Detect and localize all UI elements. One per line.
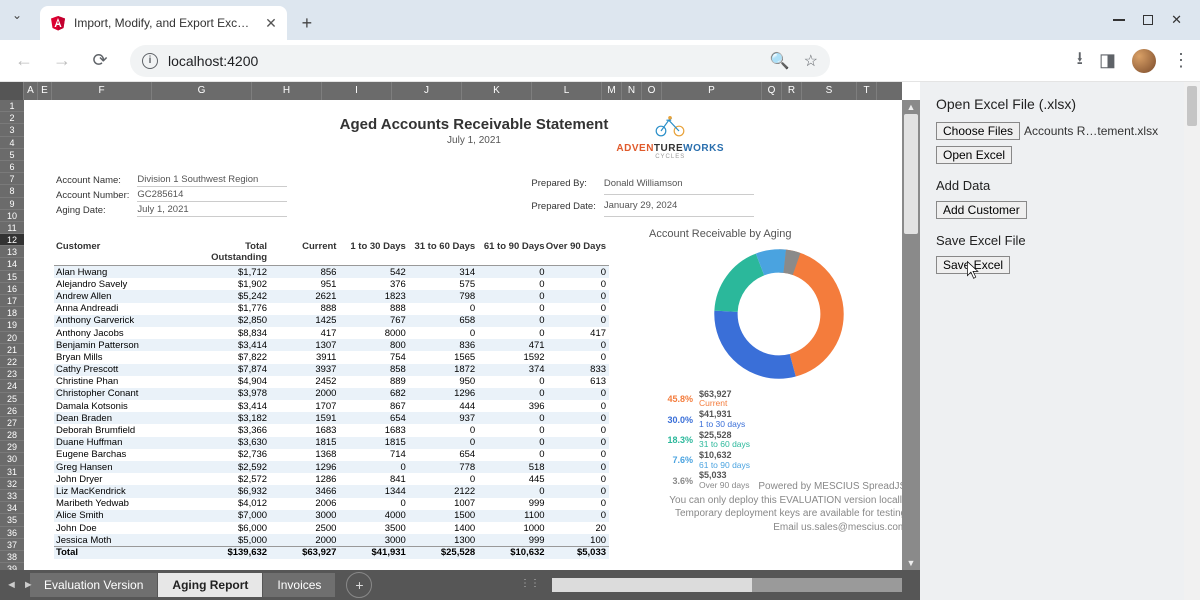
sheet-tabstrip: ◄► Evaluation Version Aging Report Invoi…: [0, 570, 920, 600]
table-row[interactable]: Anthony Garverick$2,850142576765800: [54, 315, 609, 327]
table-row[interactable]: Liz MacKendrick$6,93234661344212200: [54, 485, 609, 497]
chrome-menu-icon[interactable]: ⋮: [1172, 50, 1190, 71]
table-row[interactable]: Deborah Brumfield$3,36616831683000: [54, 424, 609, 436]
window-minimize-icon[interactable]: [1113, 19, 1125, 21]
downloads-icon[interactable]: ⭳: [1077, 46, 1083, 76]
browser-tab-active[interactable]: Import, Modify, and Export Exc… ✕: [40, 6, 287, 40]
table-row[interactable]: Alice Smith$7,00030004000150011000: [54, 510, 609, 522]
table-row[interactable]: Eugene Barchas$2,736136871465400: [54, 449, 609, 461]
horizontal-scroll-thumb[interactable]: [552, 578, 752, 592]
zoom-icon[interactable]: 🔍: [770, 51, 790, 71]
tab-nav-arrows[interactable]: ◄►: [6, 579, 34, 591]
company-logo: ADVENTUREWORKS CYCLES: [616, 112, 724, 160]
donut-chart: [709, 244, 849, 384]
nav-back-button[interactable]: ←: [10, 47, 38, 75]
scroll-down-arrow-icon[interactable]: ▼: [902, 556, 920, 570]
save-file-heading: Save Excel File: [936, 233, 1184, 248]
control-side-panel: Open Excel File (.xlsx) Choose Files Acc…: [920, 82, 1200, 600]
add-sheet-button[interactable]: +: [346, 572, 372, 598]
add-data-heading: Add Data: [936, 178, 1184, 193]
table-row[interactable]: John Doe$6,000250035001400100020: [54, 522, 609, 534]
vertical-scroll-thumb[interactable]: [904, 114, 918, 234]
table-row[interactable]: Jessica Moth$5,000200030001300999100: [54, 534, 609, 546]
table-row[interactable]: Dean Braden$3,182159165493700: [54, 412, 609, 424]
chart-title: Account Receivable by Aging: [649, 228, 902, 240]
nav-forward-button[interactable]: →: [48, 47, 76, 75]
table-row[interactable]: Alejandro Savely$1,90295137657500: [54, 278, 609, 290]
evaluation-notice: Powered by MESCIUS SpreadJS. You can onl…: [659, 480, 902, 534]
window-close-icon[interactable]: ✕: [1171, 12, 1182, 28]
add-customer-button[interactable]: Add Customer: [936, 201, 1027, 219]
row-headers[interactable]: 1234567891011121314151617181920212223242…: [0, 100, 24, 570]
url-input[interactable]: [168, 53, 760, 69]
table-total-row: Total $139,632 $63,927 $41,931 $25,528 $…: [54, 546, 609, 558]
address-bar[interactable]: i 🔍 ☆: [130, 45, 830, 77]
table-row[interactable]: John Dryer$2,572128684104450: [54, 473, 609, 485]
table-row[interactable]: Duane Huffman$3,63018151815000: [54, 437, 609, 449]
table-row[interactable]: Benjamin Patterson$3,41413078008364710: [54, 339, 609, 351]
spreadsheet-container: AEFGHIJKLMNOPQRST 1234567891011121314151…: [0, 82, 920, 600]
page-vertical-scrollbar[interactable]: [1184, 82, 1200, 600]
open-excel-button[interactable]: Open Excel: [936, 146, 1012, 164]
scroll-up-arrow-icon[interactable]: ▲: [902, 100, 920, 114]
save-excel-button[interactable]: Save Excel: [936, 256, 1010, 274]
browser-titlebar: ⌄ Import, Modify, and Export Exc… ✕ + ✕: [0, 0, 1200, 40]
sheet-tab-invoices[interactable]: Invoices: [263, 573, 335, 597]
vertical-scrollbar[interactable]: ▲ ▼: [902, 100, 920, 570]
chosen-file-name: Accounts R…tement.xlsx: [1024, 124, 1158, 138]
table-header-row: Customer Total Outstanding Current 1 to …: [54, 241, 609, 266]
choose-files-button[interactable]: Choose Files: [936, 122, 1020, 140]
new-tab-button[interactable]: +: [293, 9, 321, 37]
table-row[interactable]: Christine Phan$4,90424528899500613: [54, 376, 609, 388]
table-row[interactable]: Maribeth Yedwab$4,0122006010079990: [54, 498, 609, 510]
open-file-heading: Open Excel File (.xlsx): [936, 96, 1184, 112]
tab-close-icon[interactable]: ✕: [257, 15, 277, 32]
side-panel-toggle-icon[interactable]: ◨: [1099, 50, 1116, 71]
tabstrip-resizer[interactable]: ⋮⋮: [520, 578, 540, 589]
bookmark-star-icon[interactable]: ☆: [804, 51, 818, 71]
table-row[interactable]: Alan Hwang$1,71285654231400: [54, 266, 609, 278]
receivables-table: Customer Total Outstanding Current 1 to …: [54, 241, 609, 559]
sheet-canvas[interactable]: Aged Accounts Receivable Statement July …: [24, 100, 902, 570]
site-info-icon[interactable]: i: [142, 53, 158, 69]
column-headers[interactable]: AEFGHIJKLMNOPQRST: [0, 82, 902, 100]
horizontal-scrollbar[interactable]: [552, 578, 902, 592]
table-row[interactable]: Anna Andreadi$1,776888888000: [54, 303, 609, 315]
browser-tab-title: Import, Modify, and Export Exc…: [74, 16, 249, 30]
aging-chart-panel: Account Receivable by Aging 45.8%$63,927…: [649, 228, 902, 492]
bicycle-logo-icon: [652, 112, 688, 138]
table-row[interactable]: Christopher Conant$3,9782000682129600: [54, 388, 609, 400]
browser-toolbar: ← → ⟳ i 🔍 ☆ ⭳ ◨ ⋮: [0, 40, 1200, 82]
profile-avatar-icon[interactable]: [1132, 49, 1156, 73]
table-row[interactable]: Damala Kotsonis$3,41417078674443960: [54, 400, 609, 412]
report-metadata: Account Name:Division 1 Southwest Region…: [54, 172, 894, 219]
report-title: Aged Accounts Receivable Statement: [54, 116, 894, 133]
table-row[interactable]: Bryan Mills$7,8223911754156515920: [54, 351, 609, 363]
window-maximize-icon[interactable]: [1143, 15, 1153, 25]
chart-legend: 45.8%$63,927Current30.0%$41,9311 to 30 d…: [649, 390, 902, 490]
table-row[interactable]: Andrew Allen$5,2422621182379800: [54, 290, 609, 302]
table-row[interactable]: Anthony Jacobs$8,834417800000417: [54, 327, 609, 339]
window-controls: ✕: [1113, 0, 1194, 40]
chrome-menu-chevron-icon[interactable]: ⌄: [12, 8, 22, 22]
table-row[interactable]: Cathy Prescott$7,87439378581872374833: [54, 364, 609, 376]
nav-reload-button[interactable]: ⟳: [86, 47, 114, 75]
angular-favicon-icon: [50, 15, 66, 31]
table-row[interactable]: Greg Hansen$2,592129607785180: [54, 461, 609, 473]
sheet-tab-aging-report[interactable]: Aging Report: [158, 573, 262, 597]
report-date: July 1, 2021: [54, 135, 894, 146]
sheet-tab-evaluation[interactable]: Evaluation Version: [30, 573, 157, 597]
